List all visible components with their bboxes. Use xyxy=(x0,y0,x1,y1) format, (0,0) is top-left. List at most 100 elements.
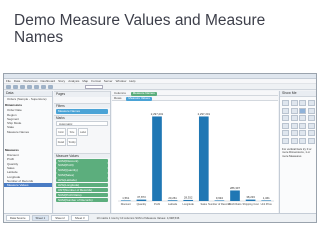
x-tick-label: Shipping Cost xyxy=(243,202,259,206)
forward-icon[interactable] xyxy=(13,84,18,89)
status-summary: 10 marks 1 row by 10 columns SUM of Meas… xyxy=(96,216,180,220)
menu-window[interactable]: Window xyxy=(116,79,127,83)
data-label: 38,233 xyxy=(246,195,255,199)
chart-type-icon[interactable] xyxy=(299,100,306,106)
chart-type-icon[interactable] xyxy=(307,100,315,106)
datasource-name[interactable]: Orders (Sample - Superstore) xyxy=(4,97,52,101)
chart-type-icon[interactable] xyxy=(290,107,298,114)
x-tick-label: Sales xyxy=(201,202,208,206)
new-sheet-icon[interactable] xyxy=(34,84,39,89)
detail-button[interactable]: Detail xyxy=(56,137,66,146)
swap-icon[interactable] xyxy=(41,84,46,89)
menu-format[interactable]: Format xyxy=(91,79,101,83)
menu-story[interactable]: Story xyxy=(58,79,65,83)
chart-type-icon[interactable] xyxy=(307,107,315,114)
fit-dropdown[interactable] xyxy=(85,84,103,89)
chart-type-icon[interactable] xyxy=(282,115,289,121)
color-button[interactable]: Color xyxy=(56,127,66,136)
menu-map[interactable]: Map xyxy=(82,79,88,83)
size-button[interactable]: Size xyxy=(67,127,77,136)
x-tick-label: Profit Ratio xyxy=(229,202,242,206)
menu-help[interactable]: Help xyxy=(129,79,135,83)
show-me-grid xyxy=(280,97,316,147)
measure-value-pill[interactable]: SUM(Discount) xyxy=(56,158,108,163)
data-label: 9,994 xyxy=(216,196,223,200)
show-me-note: For vertical bars try 0 or more Dimensio… xyxy=(282,146,312,158)
measure-value-pill[interactable]: AVG(Latitude) xyxy=(56,178,108,183)
sort-icon[interactable] xyxy=(48,84,53,89)
measure-value-pill[interactable]: SUM(Number of Records) xyxy=(56,197,108,203)
menu-dashboard[interactable]: Dashboard xyxy=(40,79,55,83)
measure-value-pill[interactable]: SUM(Profit Ratio) xyxy=(56,192,108,198)
measure-value-pill[interactable]: SUM(Profit) xyxy=(56,163,108,168)
save-icon[interactable] xyxy=(20,84,25,89)
chart-type-icon[interactable] xyxy=(290,130,298,136)
menu-analysis[interactable]: Analysis xyxy=(68,79,79,83)
bar-chart: 1,561 Discount 37,873 Quantity 2,297,201 Prof… xyxy=(118,112,274,206)
measure-item-selected[interactable]: Measure Values xyxy=(4,183,52,188)
chart-type-icon[interactable] xyxy=(299,137,306,144)
shelves-pane: Pages Filters Measure Names Marks Automa… xyxy=(54,91,111,215)
label-button[interactable]: Label xyxy=(78,127,88,136)
chart-type-icon[interactable] xyxy=(290,137,298,144)
back-icon[interactable] xyxy=(6,84,11,89)
chart-type-icon[interactable] xyxy=(282,137,289,144)
marks-type-dropdown[interactable]: Automatic xyxy=(56,121,108,126)
measure-values-card: Measure Values xyxy=(54,152,110,158)
x-tick-label: Quantity xyxy=(137,202,147,206)
status-bar: Data Source Sheet 1 Sheet 2 Sheet 3 10 m… xyxy=(4,213,316,222)
dimension-item[interactable]: Measure Names xyxy=(4,130,52,134)
chart-type-icon[interactable] xyxy=(290,100,298,106)
toolbar xyxy=(4,84,316,90)
chart-type-icon[interactable] xyxy=(307,130,315,136)
x-tick-label: Unit Price xyxy=(261,202,273,206)
rows-label: Rows xyxy=(114,96,122,100)
menu-worksheet[interactable]: Worksheet xyxy=(23,79,37,83)
chart-type-icon[interactable] xyxy=(290,122,298,129)
data-label: 2,297,201 xyxy=(198,112,211,116)
new-datasource-icon[interactable] xyxy=(27,84,32,89)
chart-type-icon[interactable] xyxy=(299,130,306,136)
x-tick-label: Profit xyxy=(154,202,160,206)
sheet-tab-datasource[interactable]: Data Source xyxy=(6,215,30,221)
sheet-tab[interactable]: Sheet 2 xyxy=(51,215,69,221)
chart-type-icon[interactable] xyxy=(290,115,298,121)
chart-type-icon[interactable] xyxy=(299,122,306,129)
filter-pill[interactable]: Measure Names xyxy=(56,109,108,114)
x-tick-label: Discount xyxy=(121,202,131,206)
chart-type-icon[interactable] xyxy=(307,122,315,129)
tooltip-button[interactable]: Tooltip xyxy=(67,137,77,146)
show-me-pane: Show Me For vertical bars try 0 or more … xyxy=(279,91,316,215)
columns-label: Columns xyxy=(114,91,126,95)
measure-value-pill[interactable]: SUM(Sales) xyxy=(56,173,108,178)
menu-data[interactable]: Data xyxy=(14,79,20,83)
chart-type-icon[interactable] xyxy=(307,115,315,121)
chart-type-icon[interactable] xyxy=(307,137,315,144)
data-pane: Data Orders (Sample - Superstore) Dimens… xyxy=(4,91,53,215)
chart-type-icon[interactable] xyxy=(282,100,289,106)
chart-type-icon[interactable] xyxy=(299,115,306,121)
data-label: 20,261 xyxy=(168,196,177,200)
bar-latitude xyxy=(167,200,178,201)
chart-type-icon[interactable] xyxy=(282,107,289,114)
data-label: 286,397 xyxy=(230,186,241,190)
chart-type-icon[interactable] xyxy=(282,122,289,129)
measure-value-pill[interactable]: CNT(Number of Records) xyxy=(56,187,108,193)
data-label: 2,297,201 xyxy=(151,112,164,116)
data-label: 1,561 xyxy=(122,196,129,200)
measure-value-pill[interactable]: AVG(Longitude) xyxy=(56,183,108,188)
bar-sales xyxy=(198,116,209,201)
bar-chart-type-icon[interactable] xyxy=(299,107,306,114)
sheet-tab-active[interactable]: Sheet 1 xyxy=(31,215,50,221)
sheet-tab[interactable]: Sheet 3 xyxy=(70,215,89,221)
measure-value-pill[interactable]: SUM(Quantity) xyxy=(56,168,108,173)
bar-longitude xyxy=(183,199,194,201)
menu-server[interactable]: Server xyxy=(104,79,113,83)
menu-file[interactable]: File xyxy=(6,79,11,83)
x-tick-label: Longitude xyxy=(182,202,194,206)
bar-shipping-cost xyxy=(245,199,256,201)
tableau-screenshot: File Data Worksheet Dashboard Story Anal… xyxy=(3,73,317,223)
chart-type-icon[interactable] xyxy=(282,130,289,136)
bar-discount xyxy=(120,200,131,201)
viz-area: Columns Measure Names Rows Measure Value… xyxy=(112,91,278,215)
